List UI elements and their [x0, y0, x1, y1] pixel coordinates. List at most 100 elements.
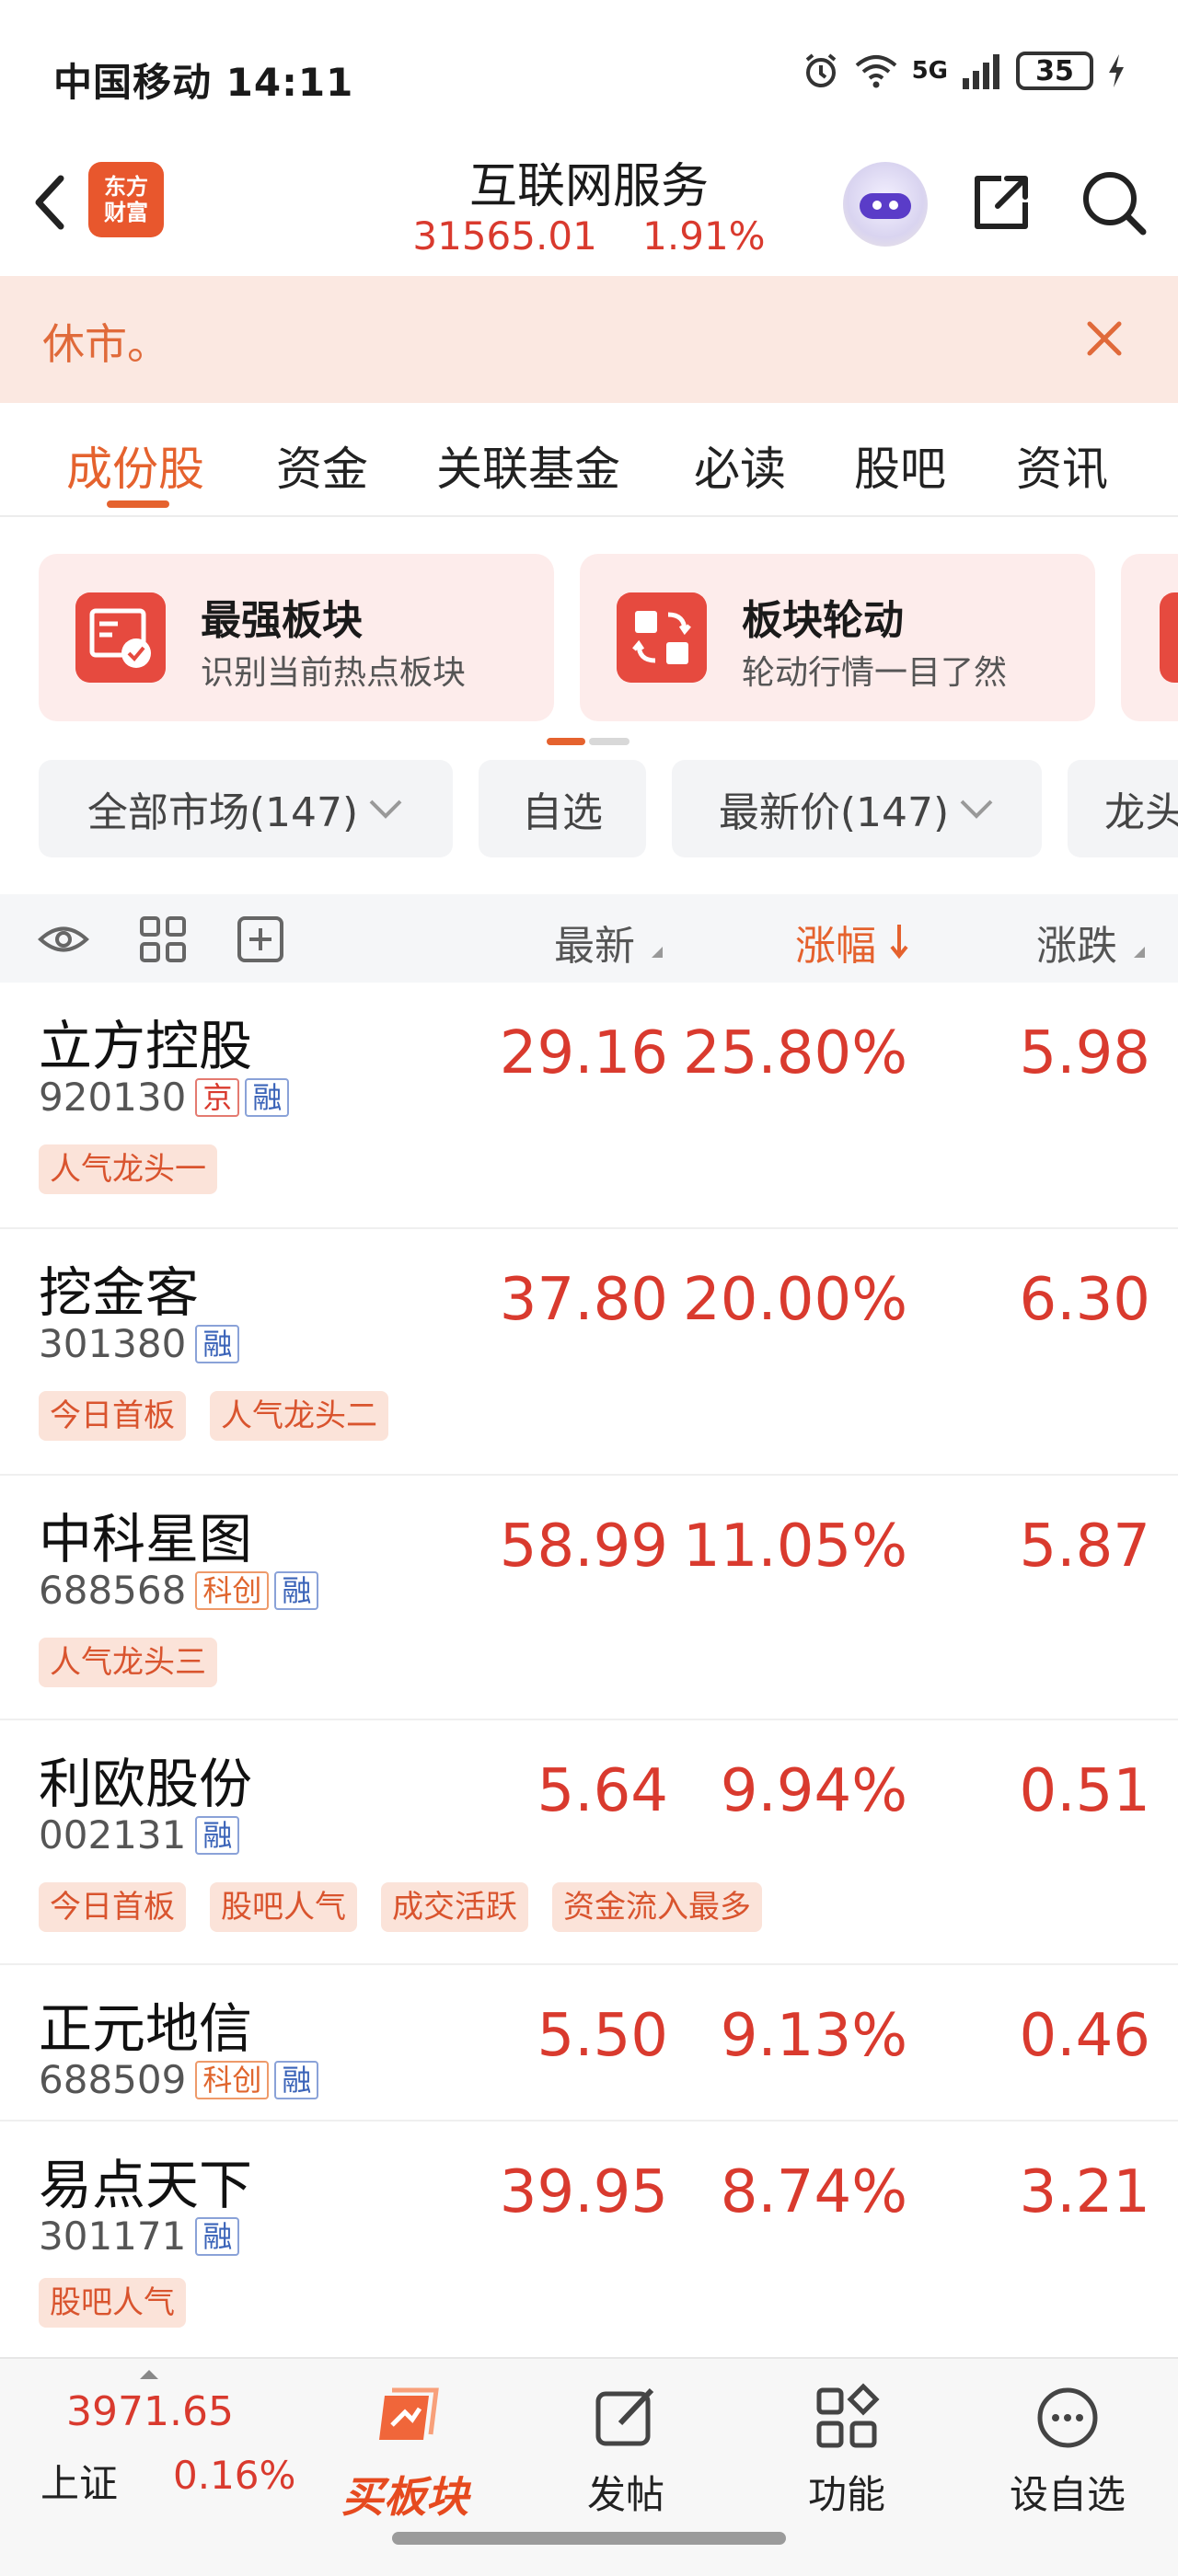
stock-code: 301171 [39, 2214, 187, 2259]
network-label: 5G [911, 57, 948, 85]
stock-name: 正元地信 [39, 1997, 253, 2060]
stock-name: 易点天下 [39, 2154, 253, 2216]
stock-code-line: 688509 科创 融 [39, 2057, 319, 2102]
margin-badge: 融 [274, 1570, 319, 1610]
margin-badge: 融 [195, 1815, 240, 1855]
sse-index-value[interactable]: 3971.65 [66, 2388, 234, 2435]
sector-index-change: 1.91% [642, 213, 766, 259]
edit-icon [595, 2387, 654, 2446]
col-latest[interactable]: 最新 [554, 913, 664, 972]
card-title: 板块轮动 [742, 597, 904, 644]
tab-must-read[interactable]: 必读 [694, 432, 786, 499]
card-next-partial[interactable] [1121, 554, 1178, 721]
table-row[interactable]: 正元地信 688509 科创 融 5.50 9.13% 0.46 [0, 1965, 1178, 2122]
sort-desc-arrow-icon [890, 925, 908, 960]
search-icon[interactable] [1077, 166, 1150, 239]
apps-icon [816, 2383, 880, 2448]
col-change-pct[interactable]: 涨幅 [795, 913, 909, 972]
stock-tags: 人气龙头一 [39, 1144, 217, 1194]
page: 中国移动 14:11 5G 35 东方 财富 互联网服务 31565.01 1.… [0, 0, 1178, 2576]
table-row[interactable]: 易点天下 301171 融 39.95 8.74% 3.21 股吧人气 [0, 2122, 1178, 2357]
notice-banner: 休市。 [0, 276, 1178, 403]
add-square-icon[interactable] [234, 913, 287, 966]
stock-tags: 今日首板 股吧人气 成交活跃 资金流入最多 [39, 1882, 762, 1932]
stock-price: 58.99 [499, 1512, 668, 1581]
robot-visor [860, 193, 911, 219]
robot-eye-right [889, 201, 898, 210]
stock-tag: 资金流入最多 [552, 1882, 762, 1932]
chevron-down-icon [960, 799, 993, 819]
stock-code-line: 301171 融 [39, 2214, 240, 2259]
wifi-icon [855, 55, 896, 88]
card-sector-rotation[interactable]: 板块轮动 轮动行情一目了然 [580, 554, 1095, 721]
stock-code: 301380 [39, 1321, 187, 1366]
card-strongest-sector[interactable]: 最强板块 识别当前热点板块 [39, 554, 554, 721]
tab-news[interactable]: 资讯 [1016, 432, 1108, 499]
stock-price: 29.16 [499, 1019, 668, 1087]
watchlist-filter-button[interactable]: 自选 [479, 760, 646, 857]
stock-price: 5.64 [537, 1757, 669, 1825]
card-subtitle: 识别当前热点板块 [201, 654, 467, 692]
col-change-label: 涨跌 [1036, 923, 1117, 970]
stock-tag: 成交活跃 [381, 1882, 528, 1932]
stock-price: 37.80 [499, 1266, 668, 1334]
tab-funds-flow[interactable]: 资金 [276, 432, 368, 499]
stock-change-pct: 11.05% [682, 1512, 907, 1581]
watchlist-filter-label: 自选 [522, 789, 603, 836]
leader-filter-button[interactable]: 龙头 [1068, 760, 1178, 857]
pager-active-dot [547, 738, 585, 745]
stock-tag: 人气龙头二 [210, 1391, 388, 1441]
table-row[interactable]: 挖金客 301380 融 37.80 20.00% 6.30 今日首板 人气龙头… [0, 1229, 1178, 1476]
sort-filter-dropdown[interactable]: 最新价(147) [672, 760, 1042, 857]
table-header: 最新 涨幅 涨跌 [0, 894, 1178, 983]
chevron-down-icon [369, 799, 402, 819]
robot-eye-left [872, 201, 882, 210]
card-title: 最强板块 [201, 597, 363, 644]
status-icons: 5G 35 [802, 52, 1126, 90]
add-watchlist-button[interactable]: 设自选 [985, 2372, 1150, 2528]
stock-code-line: 002131 融 [39, 1812, 240, 1857]
sector-index-value: 31565.01 [412, 213, 597, 259]
stock-code: 688509 [39, 2057, 187, 2102]
tab-stock-forum[interactable]: 股吧 [854, 432, 946, 499]
post-button[interactable]: 发帖 [543, 2372, 709, 2528]
pager-dot [589, 738, 629, 745]
eye-icon[interactable] [37, 913, 90, 966]
sector-rotation-icon [617, 592, 707, 683]
sse-index-pct[interactable]: 0.16% [173, 2453, 295, 2498]
market-filter-dropdown[interactable]: 全部市场(147) [39, 760, 453, 857]
table-row[interactable]: 立方控股 920130 京 融 29.16 25.80% 5.98 人气龙头一 [0, 983, 1178, 1229]
functions-label: 功能 [807, 2472, 885, 2517]
signal-icon [963, 54, 999, 89]
tab-related-funds[interactable]: 关联基金 [436, 432, 620, 499]
col-change[interactable]: 涨跌 [1036, 913, 1147, 972]
grid-icon[interactable] [136, 913, 190, 966]
notice-text: 休市。 [42, 319, 169, 369]
assistant-robot-icon[interactable] [843, 162, 928, 247]
buy-sector-button[interactable]: 买板块 [322, 2372, 488, 2528]
share-icon[interactable] [964, 166, 1038, 239]
star-market-badge: 科创 [195, 1570, 270, 1610]
functions-button[interactable]: 功能 [764, 2372, 930, 2528]
stock-code: 920130 [39, 1075, 187, 1120]
stock-change: 0.46 [1019, 2002, 1151, 2070]
close-icon[interactable] [1077, 311, 1132, 366]
stock-tags: 今日首板 人气龙头二 [39, 1391, 388, 1441]
stock-name: 立方控股 [39, 1015, 253, 1077]
active-tab-indicator [107, 500, 169, 508]
sse-index-name[interactable]: 上证 [40, 2453, 118, 2509]
stock-change: 3.21 [1019, 2158, 1151, 2226]
stock-change: 6.30 [1019, 1266, 1151, 1334]
sort-caret-icon [652, 947, 663, 958]
stock-tag: 股吧人气 [210, 1882, 357, 1932]
buy-sector-icon [379, 2387, 439, 2440]
home-indicator[interactable] [392, 2532, 786, 2545]
stock-tag: 今日首板 [39, 1882, 186, 1932]
stock-tag: 股吧人气 [39, 2278, 186, 2328]
expand-caret-icon[interactable] [140, 2370, 158, 2379]
strongest-sector-icon [75, 592, 166, 683]
table-row[interactable]: 利欧股份 002131 融 5.64 9.94% 0.51 今日首板 股吧人气 … [0, 1720, 1178, 1965]
stock-tags: 人气龙头三 [39, 1638, 217, 1687]
table-row[interactable]: 中科星图 688568 科创 融 58.99 11.05% 5.87 人气龙头三 [0, 1476, 1178, 1720]
tab-constituents[interactable]: 成份股 [66, 432, 204, 499]
